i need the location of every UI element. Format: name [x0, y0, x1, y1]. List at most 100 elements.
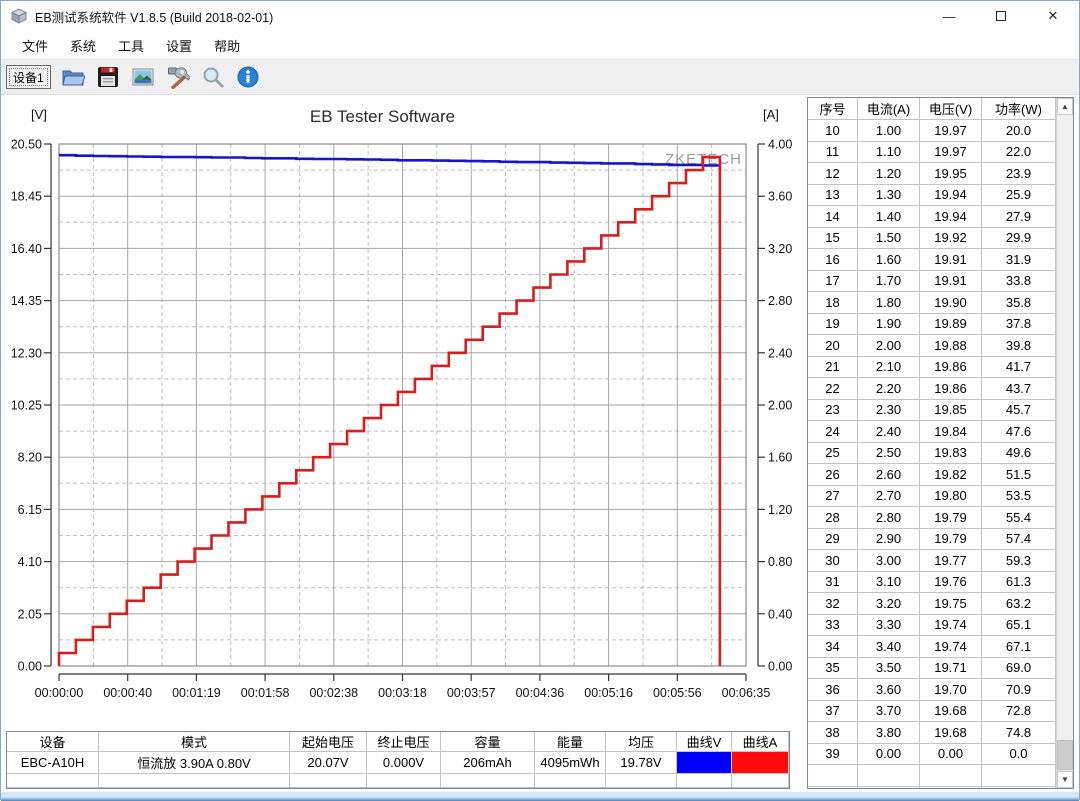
table-cell: 21 [808, 357, 858, 379]
table-cell: 61.3 [982, 572, 1056, 594]
menu-help[interactable]: 帮助 [203, 32, 251, 59]
summary-value: 20.07V [290, 752, 367, 774]
table-cell: 2.50 [858, 443, 920, 465]
tools-icon[interactable] [165, 64, 191, 90]
table-cell: 29 [808, 529, 858, 551]
maximize-button[interactable] [975, 1, 1027, 31]
table-cell: 19.79 [920, 529, 982, 551]
table-row[interactable]: 111.1019.9722.0 [808, 142, 1056, 164]
table-row[interactable]: 323.2019.7563.2 [808, 593, 1056, 615]
summary-header: 均压 [606, 732, 677, 752]
table-cell: 19.94 [920, 206, 982, 228]
table-empty-row[interactable] [808, 787, 1056, 789]
table-row[interactable]: 232.3019.8545.7 [808, 400, 1056, 422]
table-cell: 19.74 [920, 636, 982, 658]
table-cell: 10 [808, 120, 858, 142]
svg-text:00:01:19: 00:01:19 [172, 686, 221, 700]
table-row[interactable]: 131.3019.9425.9 [808, 185, 1056, 207]
close-button[interactable]: ✕ [1027, 1, 1079, 31]
table-cell: 19.76 [920, 572, 982, 594]
table-empty-row[interactable] [808, 765, 1056, 787]
open-folder-icon[interactable] [60, 64, 86, 90]
table-row[interactable]: 272.7019.8053.5 [808, 486, 1056, 508]
column-header: 序号 [808, 98, 858, 120]
table-cell: 1.50 [858, 228, 920, 250]
table-cell: 1.80 [858, 292, 920, 314]
table-header-row: 序号电流(A)电压(V)功率(W) [808, 98, 1056, 120]
table-row[interactable]: 242.4019.8447.6 [808, 421, 1056, 443]
table-row[interactable]: 282.8019.7955.4 [808, 507, 1056, 529]
table-row[interactable]: 101.0019.9720.0 [808, 120, 1056, 142]
app-window: EB测试系统软件 V1.8.5 (Build 2018-02-01) — ✕ 文… [0, 0, 1080, 800]
scroll-thumb[interactable] [1057, 740, 1073, 770]
table-row[interactable]: 212.1019.8641.7 [808, 357, 1056, 379]
svg-text:3.20: 3.20 [768, 242, 792, 256]
scroll-up-icon[interactable]: ▲ [1057, 98, 1073, 115]
table-cell: 23.9 [982, 163, 1056, 185]
table-cell: 24 [808, 421, 858, 443]
scroll-down-icon[interactable]: ▼ [1057, 771, 1073, 788]
menu-settings[interactable]: 设置 [155, 32, 203, 59]
table-row[interactable]: 383.8019.6874.8 [808, 722, 1056, 744]
vertical-scrollbar[interactable]: ▲ ▼ [1056, 98, 1073, 788]
table-row[interactable]: 343.4019.7467.1 [808, 636, 1056, 658]
table-row[interactable]: 161.6019.9131.9 [808, 249, 1056, 271]
maximize-icon [996, 11, 1006, 21]
table-row[interactable]: 303.0019.7759.3 [808, 550, 1056, 572]
curve-a-color[interactable] [732, 752, 788, 773]
menu-system[interactable]: 系统 [59, 32, 107, 59]
summary-value [732, 774, 789, 788]
svg-text:00:05:16: 00:05:16 [584, 686, 633, 700]
table-row[interactable]: 292.9019.7957.4 [808, 529, 1056, 551]
svg-text:12.30: 12.30 [11, 346, 42, 360]
minimize-button[interactable]: — [923, 1, 975, 31]
table-cell: 1.00 [858, 120, 920, 142]
table-cell: 53.5 [982, 486, 1056, 508]
table-row[interactable]: 313.1019.7661.3 [808, 572, 1056, 594]
svg-text:2.40: 2.40 [768, 346, 792, 360]
table-cell: 22.0 [982, 142, 1056, 164]
table-cell: 19.95 [920, 163, 982, 185]
table-row[interactable]: 171.7019.9133.8 [808, 271, 1056, 293]
table-row[interactable]: 262.6019.8251.5 [808, 464, 1056, 486]
menu-tools[interactable]: 工具 [107, 32, 155, 59]
table-cell: 0.00 [858, 744, 920, 766]
table-cell: 36 [808, 679, 858, 701]
table-cell: 1.60 [858, 249, 920, 271]
table-row[interactable]: 252.5019.8349.6 [808, 443, 1056, 465]
table-row[interactable]: 353.5019.7169.0 [808, 658, 1056, 680]
table-row[interactable]: 363.6019.7070.9 [808, 679, 1056, 701]
table-cell: 19.79 [920, 507, 982, 529]
table-cell: 33 [808, 615, 858, 637]
info-icon[interactable] [235, 64, 261, 90]
app-logo-icon [11, 8, 27, 24]
table-row[interactable]: 202.0019.8839.8 [808, 335, 1056, 357]
table-row[interactable]: 141.4019.9427.9 [808, 206, 1056, 228]
summary-header: 起始电压 [290, 732, 367, 752]
table-cell [982, 765, 1056, 787]
table-row[interactable]: 121.2019.9523.9 [808, 163, 1056, 185]
table-row[interactable]: 151.5019.9229.9 [808, 228, 1056, 250]
table-row[interactable]: 390.000.000.0 [808, 744, 1056, 766]
table-row[interactable]: 191.9019.8937.8 [808, 314, 1056, 336]
table-row[interactable]: 333.3019.7465.1 [808, 615, 1056, 637]
curve-v-color[interactable] [677, 752, 731, 773]
image-icon[interactable] [130, 64, 156, 90]
table-row[interactable]: 222.2019.8643.7 [808, 378, 1056, 400]
toolbar: 设备1 [1, 59, 1079, 95]
table-cell: 28 [808, 507, 858, 529]
zoom-icon[interactable] [200, 64, 226, 90]
table-cell: 19.86 [920, 357, 982, 379]
table-row[interactable]: 373.7019.6872.8 [808, 701, 1056, 723]
table-cell: 2.00 [858, 335, 920, 357]
svg-text:6.15: 6.15 [18, 503, 42, 517]
table-row[interactable]: 181.8019.9035.8 [808, 292, 1056, 314]
svg-text:00:01:58: 00:01:58 [241, 686, 290, 700]
summary-header: 设备 [7, 732, 99, 752]
svg-text:1.60: 1.60 [768, 451, 792, 465]
table-cell: 3.00 [858, 550, 920, 572]
menu-file[interactable]: 文件 [11, 32, 59, 59]
column-header: 功率(W) [982, 98, 1056, 120]
device-tab[interactable]: 设备1 [6, 65, 51, 89]
save-icon[interactable] [95, 64, 121, 90]
